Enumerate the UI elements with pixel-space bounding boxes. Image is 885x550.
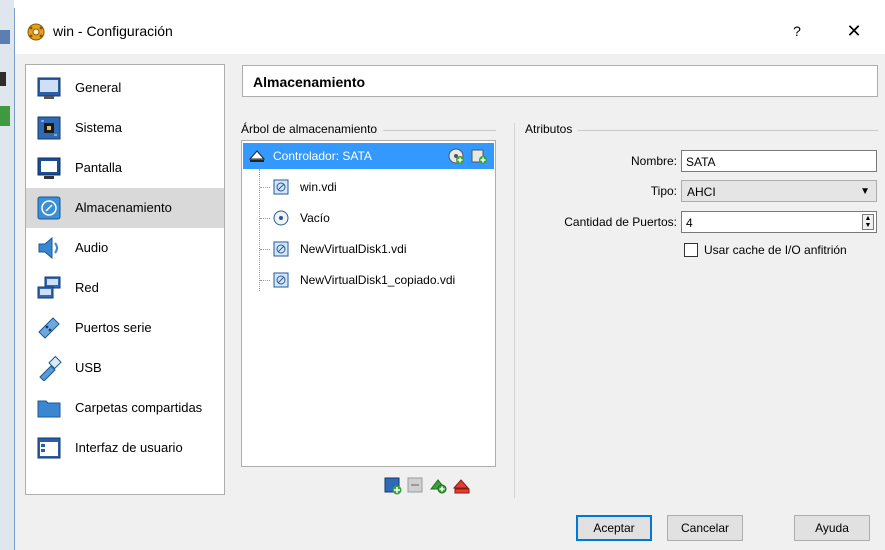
sidebar-item-serial-ports[interactable]: Puertos serie xyxy=(26,308,224,348)
storage-tree: Controlador: SATA win.vdi Vacío NewVirtu… xyxy=(241,140,496,467)
sidebar-item-label: USB xyxy=(75,360,102,375)
tree-branch xyxy=(260,187,270,188)
desktop-fragment xyxy=(0,72,6,86)
virtualbox-gear-icon xyxy=(27,23,45,41)
sidebar-item-label: General xyxy=(75,80,122,95)
sidebar-item-label: Sistema xyxy=(75,120,122,135)
usb-icon xyxy=(39,355,62,381)
sidebar-item-label: Carpetas compartidas xyxy=(75,400,203,415)
sidebar-item-label: Red xyxy=(75,280,99,295)
user-interface-icon xyxy=(37,437,61,459)
port-count-label: Cantidad de Puertos: xyxy=(564,215,677,229)
storage-icon xyxy=(37,196,61,220)
port-count-stepper[interactable]: 4 ▲ ▼ xyxy=(681,211,877,233)
page-title: Almacenamiento xyxy=(253,74,366,90)
system-icon xyxy=(37,116,61,140)
hard-disk-icon xyxy=(273,179,289,195)
network-icon xyxy=(37,276,61,299)
sidebar-item-label: Audio xyxy=(75,240,109,255)
sidebar-item-shared-folders[interactable]: Carpetas compartidas xyxy=(26,388,224,428)
tree-item-label: win.vdi xyxy=(300,180,337,194)
sidebar-item-label: Almacenamiento xyxy=(75,200,172,215)
type-label: Tipo: xyxy=(650,184,677,198)
type-select[interactable]: AHCI ▼ xyxy=(681,180,877,202)
port-count-value: 4 xyxy=(686,216,693,230)
general-icon xyxy=(37,77,61,99)
hard-disk-icon xyxy=(273,241,289,257)
tree-item-label: NewVirtualDisk1_copiado.vdi xyxy=(300,273,456,287)
sidebar-item-system[interactable]: Sistema xyxy=(26,108,224,148)
desktop-fragment xyxy=(0,106,10,126)
add-attachment-icon[interactable] xyxy=(430,477,448,495)
sidebar-item-audio[interactable]: Audio xyxy=(26,228,224,268)
controller-icon xyxy=(249,150,265,162)
tree-branch xyxy=(260,249,270,250)
close-button[interactable]: ✕ xyxy=(841,20,867,42)
title-bar[interactable]: win - Configuración ? ✕ xyxy=(15,8,885,54)
settings-dialog: win - Configuración ? ✕ General Sistema xyxy=(14,8,885,550)
desktop-background-strip xyxy=(0,0,14,550)
sidebar-item-label: Puertos serie xyxy=(75,320,152,335)
name-field[interactable]: SATA xyxy=(681,150,877,172)
serial-ports-icon xyxy=(38,317,60,339)
tree-item-controller-sata[interactable]: Controlador: SATA xyxy=(243,143,494,169)
tree-branch xyxy=(260,280,270,281)
sidebar-item-usb[interactable]: USB xyxy=(26,348,224,388)
section-header: Almacenamiento xyxy=(242,65,878,97)
help-button[interactable]: Ayuda xyxy=(794,515,870,541)
audio-icon xyxy=(38,236,58,260)
tree-item-optical[interactable]: Vacío xyxy=(243,205,494,231)
tree-item-disk[interactable]: NewVirtualDisk1_copiado.vdi xyxy=(243,267,494,293)
tree-item-label: Vacío xyxy=(300,211,330,225)
desktop-fragment xyxy=(0,30,10,44)
sidebar-item-network[interactable]: Red xyxy=(26,268,224,308)
hard-disk-icon xyxy=(273,272,289,288)
window-title: win - Configuración xyxy=(53,23,173,39)
accept-button[interactable]: Aceptar xyxy=(576,515,652,541)
cancel-button[interactable]: Cancelar xyxy=(667,515,743,541)
attributes-title: Atributos xyxy=(525,122,579,136)
name-label: Nombre: xyxy=(630,154,677,168)
remove-controller-icon[interactable] xyxy=(407,477,425,495)
display-icon xyxy=(37,157,61,179)
tree-item-label: NewVirtualDisk1.vdi xyxy=(300,242,407,256)
sidebar-item-general[interactable]: General xyxy=(26,68,224,108)
help-title-button[interactable]: ? xyxy=(785,20,809,42)
optical-disc-icon xyxy=(273,210,289,226)
add-controller-icon[interactable] xyxy=(384,477,402,495)
storage-tree-title: Árbol de almacenamiento xyxy=(241,122,384,136)
sidebar-item-display[interactable]: Pantalla xyxy=(26,148,224,188)
tree-item-label: Controlador: SATA xyxy=(273,149,372,163)
sidebar-item-user-interface[interactable]: Interfaz de usuario xyxy=(26,428,224,468)
type-select-value: AHCI xyxy=(687,185,716,199)
sidebar-item-label: Pantalla xyxy=(75,160,122,175)
tree-item-disk[interactable]: win.vdi xyxy=(243,174,494,200)
vertical-separator xyxy=(514,123,515,498)
host-io-cache-checkbox[interactable] xyxy=(684,243,698,257)
tree-item-disk[interactable]: NewVirtualDisk1.vdi xyxy=(243,236,494,262)
remove-attachment-icon[interactable] xyxy=(453,477,471,495)
spinner-arrows-icon[interactable]: ▲ ▼ xyxy=(862,214,874,230)
desktop-background-top xyxy=(0,0,885,8)
settings-category-list: General Sistema Pantalla Almacenamiento … xyxy=(25,64,225,495)
chevron-down-icon: ▼ xyxy=(860,186,870,197)
sidebar-item-label: Interfaz de usuario xyxy=(75,440,183,455)
host-io-cache-label: Usar cache de I/O anfitrión xyxy=(704,243,847,257)
add-optical-drive-icon[interactable] xyxy=(448,148,464,164)
tree-branch xyxy=(260,218,270,219)
shared-folders-icon xyxy=(37,400,61,418)
add-hard-disk-icon[interactable] xyxy=(471,148,487,164)
sidebar-item-storage[interactable]: Almacenamiento xyxy=(26,188,224,228)
